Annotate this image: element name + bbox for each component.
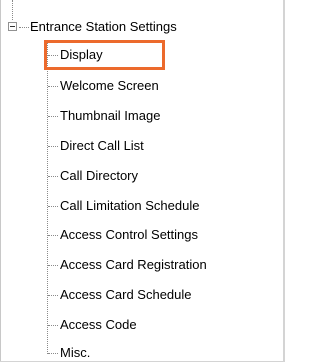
tree-node-entrance-station-settings[interactable]: Entrance Station Settings	[30, 18, 177, 36]
branch-line	[48, 234, 58, 236]
tree-node-access-card-registration[interactable]: Access Card Registration	[48, 255, 207, 275]
tree-node-label: Thumbnail Image	[60, 108, 161, 123]
tree-node-label: Access Card Schedule	[60, 287, 192, 302]
tree-node-call-directory[interactable]: Call Directory	[48, 166, 138, 186]
tree-right-border	[283, 0, 285, 362]
tree-node-label: Direct Call List	[60, 138, 144, 153]
tree-node-label: Welcome Screen	[60, 78, 159, 93]
branch-line	[48, 145, 58, 147]
tree-node-call-limitation-schedule[interactable]: Call Limitation Schedule	[48, 196, 199, 216]
branch-line	[48, 115, 58, 117]
tree-node-label: Access Code	[60, 317, 137, 332]
tree-node-label: Misc.	[60, 345, 91, 360]
tree-node-direct-call-list[interactable]: Direct Call List	[48, 136, 144, 156]
root-connector-line	[12, 0, 13, 20]
settings-tree-view[interactable]: Entrance Station Settings Display Welcom…	[0, 0, 285, 362]
tree-node-label: Access Card Registration	[60, 257, 207, 272]
branch-line	[48, 352, 58, 354]
branch-line	[48, 54, 58, 56]
tree-node-welcome-screen[interactable]: Welcome Screen	[48, 76, 159, 96]
branch-line	[48, 264, 58, 266]
tree-node-label: Call Directory	[60, 168, 139, 183]
branch-line	[48, 294, 58, 296]
branch-line	[48, 324, 58, 326]
collapse-toggle-icon[interactable]	[8, 22, 17, 31]
tree-node-access-card-schedule[interactable]: Access Card Schedule	[48, 285, 192, 305]
tree-left-border	[0, 0, 1, 362]
root-branch-line	[19, 27, 29, 28]
branch-line	[48, 205, 58, 207]
tree-node-access-code[interactable]: Access Code	[48, 315, 137, 335]
tree-node-label: Access Control Settings	[60, 227, 199, 242]
tree-node-label: Call Limitation Schedule	[60, 198, 200, 213]
tree-node-thumbnail-image[interactable]: Thumbnail Image	[48, 106, 160, 126]
branch-line	[48, 175, 58, 177]
tree-node-misc[interactable]: Misc.	[48, 343, 90, 363]
tree-node-display[interactable]: Display	[48, 45, 103, 65]
tree-node-access-control-settings[interactable]: Access Control Settings	[48, 225, 198, 245]
branch-line	[48, 85, 58, 87]
tree-node-label: Display	[60, 47, 103, 62]
